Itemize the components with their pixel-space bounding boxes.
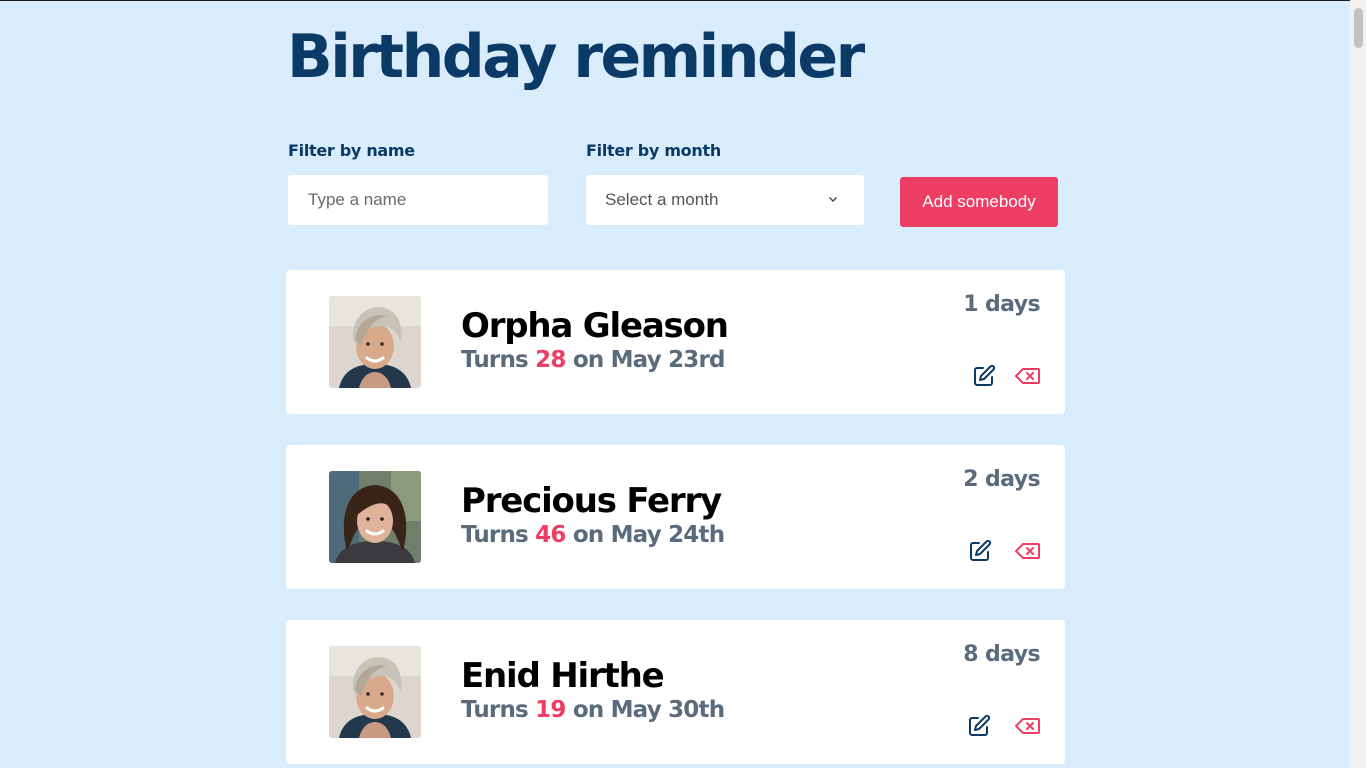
vertical-scrollbar[interactable] bbox=[1350, 0, 1366, 768]
birthday-reminder-page: Birthday reminder Filter by name Filter … bbox=[0, 0, 1350, 768]
short-hair-woman-avatar bbox=[329, 646, 421, 738]
delete-icon[interactable] bbox=[1014, 714, 1040, 738]
birthday-card: Orpha Gleason Turns 28 on May 23rd 1 day… bbox=[286, 270, 1065, 414]
birthday-card: Precious Ferry Turns 46 on May 24th 2 da… bbox=[286, 445, 1065, 589]
avatar bbox=[329, 296, 421, 388]
birthday-info: Turns 19 on May 30th bbox=[461, 697, 725, 723]
days-remaining: 1 days bbox=[963, 292, 1040, 317]
edit-icon[interactable] bbox=[967, 714, 991, 738]
edit-icon[interactable] bbox=[968, 539, 992, 563]
page-title: Birthday reminder bbox=[287, 22, 865, 92]
long-hair-woman-avatar bbox=[329, 471, 421, 563]
birthday-date: on May 23rd bbox=[572, 347, 726, 373]
edit-icon[interactable] bbox=[972, 364, 996, 388]
age-value: 19 bbox=[535, 697, 566, 723]
name-filter-field bbox=[288, 175, 548, 225]
birthday-info: Turns 28 on May 23rd bbox=[461, 347, 726, 373]
month-filter-select[interactable]: Select a month bbox=[586, 175, 864, 225]
turns-label: Turns bbox=[461, 697, 529, 723]
days-remaining: 2 days bbox=[963, 467, 1040, 492]
name-filter-input[interactable] bbox=[288, 175, 548, 225]
scrollbar-thumb[interactable] bbox=[1354, 8, 1363, 48]
add-somebody-button[interactable]: Add somebody bbox=[900, 177, 1058, 227]
chevron-down-icon bbox=[829, 197, 837, 202]
birthday-date: on May 30th bbox=[572, 697, 725, 723]
person-name: Orpha Gleason bbox=[461, 306, 729, 346]
avatar bbox=[329, 471, 421, 563]
person-name: Precious Ferry bbox=[461, 481, 722, 521]
turns-label: Turns bbox=[461, 522, 529, 548]
age-value: 46 bbox=[535, 522, 566, 548]
birthday-info: Turns 46 on May 24th bbox=[461, 522, 725, 548]
age-value: 28 bbox=[535, 347, 566, 373]
person-name: Enid Hirthe bbox=[461, 656, 665, 696]
birthday-card: Enid Hirthe Turns 19 on May 30th 8 days bbox=[286, 620, 1065, 764]
turns-label: Turns bbox=[461, 347, 529, 373]
days-remaining: 8 days bbox=[963, 642, 1040, 667]
delete-icon[interactable] bbox=[1014, 364, 1040, 388]
avatar bbox=[329, 646, 421, 738]
delete-icon[interactable] bbox=[1014, 539, 1040, 563]
filter-by-name-label: Filter by name bbox=[288, 141, 415, 160]
birthday-date: on May 24th bbox=[572, 522, 725, 548]
month-select-value: Select a month bbox=[605, 190, 719, 209]
short-hair-woman-avatar bbox=[329, 296, 421, 388]
filter-by-month-label: Filter by month bbox=[586, 141, 721, 160]
